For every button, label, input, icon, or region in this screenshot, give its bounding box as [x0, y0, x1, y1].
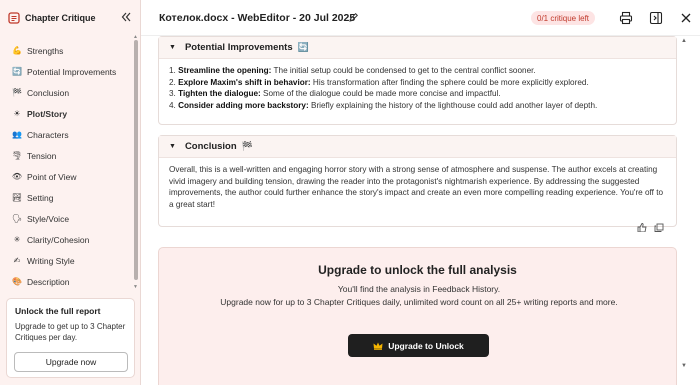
upgrade-to-unlock-label: Upgrade to Unlock — [388, 340, 464, 351]
checkered-flag-icon: 🏁 — [12, 88, 22, 97]
sidebar-item-label: Description — [27, 276, 70, 287]
sparkle-icon: ✳ — [13, 235, 21, 244]
unlock-line-2: Upgrade now for up to 3 Chapter Critique… — [220, 296, 618, 307]
main-scroll-up-icon[interactable]: ▲ — [681, 38, 687, 44]
sidebar-item-label: Clarity/Cohesion — [27, 234, 90, 245]
sidebar-item-potential-improvements[interactable]: 🔄 Potential Improvements — [0, 61, 134, 82]
upgrade-card-title: Unlock the full report — [15, 306, 101, 316]
collapse-sidebar-icon[interactable] — [120, 11, 132, 23]
scrollbar-thumb[interactable] — [134, 40, 138, 280]
upgrade-now-button[interactable]: Upgrade now — [14, 352, 128, 372]
thumbs-up-icon[interactable] — [637, 223, 647, 233]
sidebar-item-tension[interactable]: 🌪 Tension — [0, 145, 134, 166]
writing-hand-icon: ✍ — [13, 256, 21, 265]
sidebar-item-point-of-view[interactable]: 👁 Point of View — [0, 166, 134, 187]
pencil-icon[interactable] — [348, 12, 359, 23]
sidebar-item-label: Characters — [27, 129, 69, 140]
improvements-body: 1. Streamline the opening: The initial s… — [159, 59, 676, 117]
section-title: Conclusion — [184, 141, 237, 152]
sidebar-item-setting[interactable]: 🏞 Setting — [0, 187, 134, 208]
upgrade-card-text: Upgrade to get up to 3 Chapter Critiques… — [15, 322, 126, 342]
sidebar-item-conclusion[interactable]: 🏁 Conclusion — [0, 82, 134, 103]
sidebar-item-label: Strengths — [27, 45, 64, 56]
sidebar-item-label: Potential Improvements — [27, 66, 117, 77]
unlock-analysis-panel: Upgrade to unlock the full analysis You'… — [158, 247, 677, 385]
sidebar-item-characters[interactable]: 👥 Characters — [0, 124, 134, 145]
print-icon[interactable] — [619, 11, 633, 25]
palette-icon: 🎨 — [12, 277, 22, 286]
sidebar-item-clarity-cohesion[interactable]: ✳ Clarity/Cohesion — [0, 229, 134, 250]
muscle-icon: 💪 — [12, 46, 22, 55]
improvement-text: Briefly explaining the history of the li… — [308, 100, 598, 110]
main-scroll-down-icon[interactable]: ▼ — [681, 363, 687, 369]
critique-logo-icon — [8, 12, 20, 24]
landscape-icon: 🏞 — [11, 193, 23, 202]
sidebar-item-label: Plot/Story — [27, 108, 68, 119]
arrows-icon: 🔄 — [297, 42, 309, 52]
conclusion-section: ▼ Conclusion 🏁 Overall, this is a well-w… — [158, 135, 677, 227]
sidebar-header: Chapter Critique — [0, 0, 141, 36]
copy-icon[interactable] — [654, 223, 664, 232]
improvement-heading: Tighten the dialogue: — [178, 89, 261, 99]
checkered-flag-icon: 🏁 — [241, 141, 253, 151]
improvement-item: 4. Consider adding more backstory: Brief… — [169, 100, 666, 112]
improvement-item: 2. Explore Maxim's shift in behavior: Hi… — [169, 77, 666, 89]
sidebar-item-description[interactable]: 🎨 Description — [0, 271, 134, 292]
upgrade-card: Unlock the full report Upgrade to get up… — [6, 298, 135, 378]
panel-toggle-icon[interactable] — [649, 11, 663, 25]
conclusion-header[interactable]: ▼ Conclusion 🏁 — [159, 136, 676, 158]
improvement-heading: Consider adding more backstory: — [178, 100, 309, 110]
sun-icon: ☀ — [13, 109, 21, 118]
sidebar-item-label: Tension — [27, 150, 57, 161]
speech-icon: 🗣 — [11, 214, 23, 223]
tornado-icon: 🌪 — [11, 151, 23, 160]
conclusion-text: Overall, this is a well-written and enga… — [169, 165, 664, 209]
sidebar-item-style-voice[interactable]: 🗣 Style/Voice — [0, 208, 134, 229]
sidebar-item-label: Style/Voice — [27, 213, 70, 224]
sidebar-title: Chapter Critique — [25, 13, 96, 23]
section-title: Potential Improvements — [184, 42, 293, 53]
potential-improvements-header[interactable]: ▼ Potential Improvements 🔄 — [159, 37, 676, 59]
sidebar-item-writing-style[interactable]: ✍ Writing Style — [0, 250, 134, 271]
sidebar-item-label: Writing Style — [27, 255, 75, 266]
sidebar-item-plot-story[interactable]: ☀ Plot/Story — [0, 103, 134, 124]
improvement-item: 1. Streamline the opening: The initial s… — [169, 65, 666, 77]
sidebar-item-label: Point of View — [27, 171, 77, 182]
eye-icon: 👁 — [11, 172, 23, 181]
potential-improvements-section: ▼ Potential Improvements 🔄 1. Streamline… — [158, 36, 677, 125]
critique-count-badge: 0/1 critique left — [531, 11, 596, 25]
unlock-description: You'll find the analysis in Feedback His… — [219, 283, 619, 308]
improvement-text: The initial setup could be condensed to … — [271, 66, 536, 75]
improvement-number: 1. — [169, 66, 176, 75]
improvement-number: 2. — [169, 77, 176, 87]
unlock-title: Upgrade to unlock the full analysis — [318, 263, 517, 277]
header: Котелок.docx - WebEditor - 20 Jul 2025 0… — [141, 0, 700, 36]
upgrade-to-unlock-button[interactable]: Upgrade to Unlock — [348, 334, 489, 357]
close-icon[interactable] — [679, 11, 693, 25]
chevron-down-icon[interactable]: ▼ — [169, 44, 176, 51]
chevron-down-icon[interactable]: ▼ — [169, 143, 176, 150]
improvement-heading: Explore Maxim's shift in behavior: — [178, 77, 311, 87]
improvement-number: 3. — [169, 89, 176, 99]
arrows-icon: 🔄 — [12, 67, 22, 76]
document-title: Котелок.docx - WebEditor - 20 Jul 2025 — [159, 12, 356, 24]
improvement-text: His transformation after finding the sph… — [310, 77, 589, 87]
sidebar-list: 💪 Strengths 🔄 Potential Improvements 🏁 Conclu… — [0, 40, 134, 292]
sidebar: Chapter Critique 💪 Strengths 🔄 Potential Im… — [0, 0, 141, 385]
main-content: ▲ ▼ Potential Improvements 🔄 1. Streamli… — [141, 36, 700, 385]
improvements-list: 1. Streamline the opening: The initial s… — [169, 65, 666, 111]
sidebar-item-label: Conclusion — [27, 87, 70, 98]
sidebar-item-label: Setting — [27, 192, 54, 203]
improvement-item: 3. Tighten the dialogue: Some of the dia… — [169, 88, 666, 100]
scroll-down-icon[interactable]: ▼ — [133, 284, 139, 290]
improvement-text: Some of the dialogue could be made more … — [260, 89, 501, 99]
improvement-number: 4. — [169, 100, 176, 110]
crown-icon — [373, 342, 383, 350]
sidebar-item-strengths[interactable]: 💪 Strengths — [0, 40, 134, 61]
improvement-heading: Streamline the opening: — [178, 66, 272, 75]
people-icon: 👥 — [12, 130, 22, 139]
sidebar-scrollbar[interactable]: ▲ ▼ — [133, 34, 139, 290]
unlock-line-1: You'll find the analysis in Feedback His… — [337, 284, 501, 294]
